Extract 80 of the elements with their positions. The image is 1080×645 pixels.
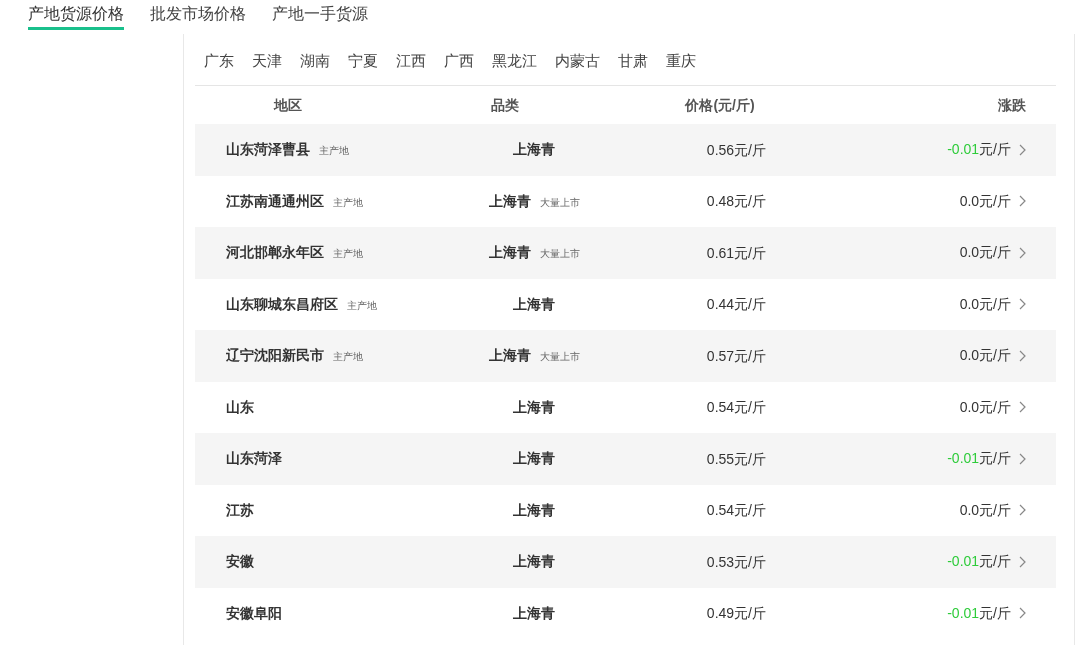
category-name: 上海青 <box>488 191 531 211</box>
price-value: 0.55元/斤 <box>706 450 766 467</box>
region-name: 江苏南通通州区 <box>226 191 324 211</box>
province-link[interactable]: 湖南 <box>300 50 330 73</box>
tab[interactable]: 批发市场价格 <box>150 4 246 30</box>
price-value: 0.57元/斤 <box>706 347 766 364</box>
change-value: 0.0元/斤 <box>959 243 1011 263</box>
table-row[interactable]: 山东菏泽曹县 主产地 上海青 0.56元/斤 -0.01元/斤 <box>195 124 1056 176</box>
region-name: 山东 <box>226 397 254 417</box>
category-name: 上海青 <box>513 140 555 160</box>
region-tag: 主产地 <box>333 194 363 210</box>
price-value: 0.53元/斤 <box>706 553 766 570</box>
change-value: 0.0元/斤 <box>959 346 1011 366</box>
region-tag: 主产地 <box>319 143 349 159</box>
category-name: 上海青 <box>513 552 555 572</box>
change-value: -0.01元/斤 <box>947 449 1011 469</box>
region-tag: 主产地 <box>333 246 363 262</box>
chevron-right-icon <box>1019 195 1026 208</box>
price-value: 0.49元/斤 <box>706 605 766 622</box>
change-value: 0.0元/斤 <box>959 191 1011 211</box>
change-value: 0.0元/斤 <box>959 397 1011 417</box>
chevron-right-icon <box>1019 452 1026 465</box>
province-link[interactable]: 广西 <box>444 50 474 73</box>
chevron-right-icon <box>1019 555 1026 568</box>
price-value: 0.54元/斤 <box>706 502 766 519</box>
change-value: -0.01元/斤 <box>947 140 1011 160</box>
category-name: 上海青 <box>513 449 555 469</box>
category-tag: 大量上市 <box>539 194 580 210</box>
province-link[interactable]: 重庆 <box>666 50 696 73</box>
price-header: 价格(元/斤) <box>685 96 755 113</box>
region-tag: 主产地 <box>347 297 377 313</box>
category-name: 上海青 <box>513 397 555 417</box>
table-row[interactable]: 安徽 上海青 0.53元/斤 -0.01元/斤 <box>195 536 1056 588</box>
category-name: 上海青 <box>513 294 555 314</box>
category-header: 品类 <box>491 96 519 113</box>
region-name: 山东菏泽 <box>226 449 282 469</box>
region-name: 河北邯郸永年区 <box>226 243 324 263</box>
region-name: 安徽 <box>226 552 254 572</box>
tab[interactable]: 产地一手货源 <box>272 4 368 30</box>
chevron-right-icon <box>1019 143 1026 156</box>
province-link[interactable]: 天津 <box>252 50 282 73</box>
chevron-right-icon <box>1019 607 1026 620</box>
table-row[interactable]: 山东菏泽 上海青 0.55元/斤 -0.01元/斤 <box>195 433 1056 485</box>
region-name: 江苏 <box>226 500 254 520</box>
change-header: 涨跌 <box>998 96 1026 113</box>
change-value: -0.01元/斤 <box>947 603 1011 623</box>
chevron-right-icon <box>1019 246 1026 259</box>
price-value: 0.54元/斤 <box>706 399 766 416</box>
chevron-right-icon <box>1019 298 1026 311</box>
chevron-right-icon <box>1019 401 1026 414</box>
province-link[interactable]: 江西 <box>396 50 426 73</box>
category-tag: 大量上市 <box>539 349 580 365</box>
province-link[interactable]: 广东 <box>204 50 234 73</box>
region-name: 辽宁沈阳新民市 <box>226 346 324 366</box>
change-value: -0.01元/斤 <box>947 552 1011 572</box>
category-tag: 大量上市 <box>539 246 580 262</box>
table-row[interactable]: 辽宁沈阳新民市 主产地 上海青 大量上市 0.57元/斤 0.0元/斤 <box>195 330 1056 382</box>
price-value: 0.44元/斤 <box>706 296 766 313</box>
province-link[interactable]: 内蒙古 <box>555 50 600 73</box>
province-link[interactable]: 宁夏 <box>348 50 378 73</box>
table-row[interactable]: 河北邯郸永年区 主产地 上海青 大量上市 0.61元/斤 0.0元/斤 <box>195 227 1056 279</box>
province-link[interactable]: 黑龙江 <box>492 50 537 73</box>
region-header: 地区 <box>273 96 302 113</box>
region-name: 安徽阜阳 <box>226 603 282 623</box>
chevron-right-icon <box>1019 504 1026 517</box>
price-value: 0.61元/斤 <box>706 244 766 261</box>
price-value: 0.48元/斤 <box>706 193 766 210</box>
region-name: 山东聊城东昌府区 <box>226 294 338 314</box>
change-value: 0.0元/斤 <box>959 294 1011 314</box>
tab[interactable]: 产地货源价格 <box>28 4 124 30</box>
category-name: 上海青 <box>513 603 555 623</box>
province-link[interactable]: 甘肃 <box>618 50 648 73</box>
price-value: 0.56元/斤 <box>706 141 766 158</box>
change-value: 0.0元/斤 <box>959 500 1011 520</box>
region-name: 山东菏泽曹县 <box>226 140 310 160</box>
region-tag: 主产地 <box>333 349 363 365</box>
category-name: 上海青 <box>488 243 531 263</box>
category-name: 上海青 <box>488 346 531 366</box>
category-name: 上海青 <box>513 500 555 520</box>
chevron-right-icon <box>1019 349 1026 362</box>
